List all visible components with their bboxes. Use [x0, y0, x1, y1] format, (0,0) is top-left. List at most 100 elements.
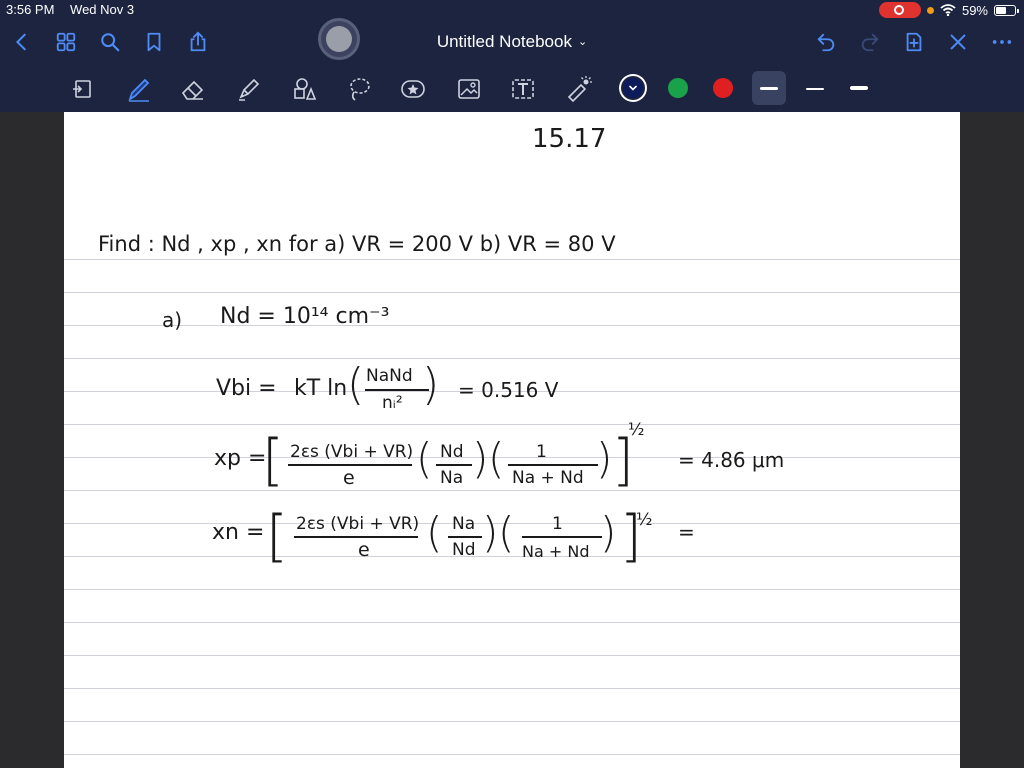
rule-line	[64, 589, 960, 590]
xp-paren3-close: )	[596, 434, 613, 483]
lasso-tool[interactable]	[344, 74, 374, 104]
vbi-denominator: nᵢ²	[382, 393, 403, 413]
vbi-fraction-bar	[365, 389, 429, 391]
xn-numerator: 2εs (Vbi + VR)	[296, 514, 420, 534]
xp-f2-bar	[436, 464, 472, 466]
xp-f2-numerator: Nd	[440, 442, 464, 462]
close-icon	[950, 34, 966, 50]
rule-line	[64, 424, 960, 425]
stroke-width-fine-icon	[760, 87, 778, 90]
battery-icon	[994, 4, 1019, 16]
xn-f2-bar	[448, 536, 482, 538]
xn-paren2-close: )	[482, 508, 499, 557]
rule-line	[64, 688, 960, 689]
xp-f3-numerator: 1	[536, 442, 547, 462]
laser-pointer-tool[interactable]	[564, 74, 594, 104]
color-swatch-navy[interactable]	[623, 78, 643, 98]
read-mode-tool[interactable]	[68, 74, 98, 104]
rule-line	[64, 358, 960, 359]
shapes-icon	[294, 78, 317, 100]
laser-pointer-icon	[567, 76, 592, 103]
rule-line	[64, 655, 960, 656]
status-bar: 3:56 PM Wed Nov 3 59%	[0, 0, 1024, 20]
color-swatch-green[interactable]	[668, 78, 688, 98]
vbi-close-paren: )	[422, 359, 440, 410]
add-page-button[interactable]	[902, 30, 926, 54]
highlighter-icon	[239, 78, 260, 101]
undo-icon	[817, 33, 835, 52]
xn-f2-numerator: Na	[452, 514, 476, 534]
xp-f3-bar	[508, 464, 598, 466]
battery-level	[996, 6, 1007, 14]
undo-button[interactable]	[814, 30, 838, 54]
xn-paren2-open: (	[426, 508, 443, 557]
pen-icon	[128, 78, 150, 102]
xn-denominator: e	[358, 539, 370, 561]
xp-f2-denominator: Na	[440, 468, 464, 488]
chevron-down-icon: ⌄	[577, 36, 588, 48]
text-icon	[512, 79, 534, 99]
sticker-tool[interactable]	[398, 74, 428, 104]
battery-percent: 59%	[961, 2, 988, 18]
xn-exponent: ½	[636, 510, 653, 530]
chevron-down-icon	[629, 85, 637, 91]
more-button[interactable]	[990, 30, 1014, 54]
stroke-width-fine[interactable]	[752, 71, 786, 105]
xn-paren3-open: (	[498, 508, 515, 557]
rule-line	[64, 490, 960, 491]
rule-line	[64, 754, 960, 755]
mic-indicator-icon	[926, 6, 934, 14]
shapes-tool[interactable]	[290, 74, 320, 104]
xn-result: =	[678, 520, 695, 544]
xn-open-bracket: [	[266, 504, 288, 569]
rule-line	[64, 292, 960, 293]
nd-value: Nd = 10¹⁴ cm⁻³	[220, 304, 390, 329]
xp-numerator: 2εs (Vbi + VR)	[290, 442, 414, 462]
problem-number: 15.17	[532, 124, 607, 154]
xp-paren3-open: (	[488, 434, 505, 483]
xp-result: = 4.86 μm	[678, 448, 785, 472]
color-swatch-red[interactable]	[713, 78, 733, 98]
eraser-tool[interactable]	[178, 74, 208, 104]
stroke-width-thick[interactable]	[842, 71, 876, 105]
xn-fraction-bar	[294, 536, 418, 538]
rule-line	[64, 721, 960, 722]
read-mode-icon	[73, 80, 91, 98]
status-date: Wed Nov 3	[70, 2, 135, 17]
xn-paren3-close: )	[600, 508, 617, 557]
vbi-open-paren: (	[347, 359, 365, 410]
status-time: 3:56 PM	[6, 2, 55, 17]
screen-recording-icon[interactable]	[878, 2, 921, 18]
xp-label: xp =	[214, 446, 267, 471]
lasso-icon	[350, 78, 370, 101]
notebook-page[interactable]: 15.17 Find : Nd , xp , xn for a) VR = 20…	[64, 112, 960, 768]
close-button[interactable]	[946, 30, 970, 54]
xp-paren2-open: (	[416, 434, 433, 483]
pen-tool[interactable]	[124, 74, 154, 104]
xn-f3-numerator: 1	[552, 514, 563, 534]
star-sticker-icon	[401, 80, 425, 98]
rule-line	[64, 325, 960, 326]
highlighter-tool[interactable]	[234, 74, 264, 104]
stroke-width-thick-icon	[850, 86, 868, 90]
stroke-width-medium[interactable]	[798, 71, 832, 105]
stroke-width-medium-icon	[806, 88, 824, 90]
eraser-icon	[181, 80, 204, 100]
rule-line	[64, 457, 960, 458]
add-page-icon	[906, 32, 922, 52]
redo-button[interactable]	[858, 30, 882, 54]
notebook-title-text: Untitled Notebook	[436, 32, 572, 51]
drawing-toolbar	[0, 64, 1024, 112]
image-tool[interactable]	[454, 74, 484, 104]
vbi-kt-ln: kT ln	[294, 376, 348, 401]
xn-f2-denominator: Nd	[452, 540, 476, 560]
nav-bar: Untitled Notebook ⌄	[0, 20, 1024, 64]
rule-line	[64, 622, 960, 623]
xp-open-bracket: [	[262, 428, 284, 493]
xp-paren2-close: )	[472, 434, 489, 483]
drag-handle[interactable]	[318, 18, 360, 60]
vbi-numerator: NaNd	[366, 366, 413, 386]
xp-denominator: e	[343, 467, 355, 489]
xp-f3-denominator: Na + Nd	[512, 468, 584, 488]
text-tool[interactable]	[508, 74, 538, 104]
